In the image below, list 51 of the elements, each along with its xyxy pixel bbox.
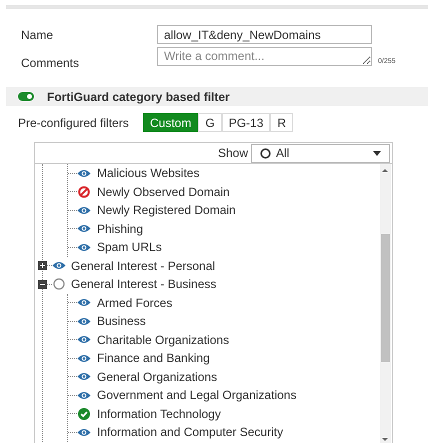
category-item[interactable]: General Organizations xyxy=(97,368,218,386)
section-title: FortiGuard category based filter xyxy=(47,88,230,106)
category-item[interactable]: Charitable Organizations xyxy=(97,330,230,349)
blocked-icon[interactable] xyxy=(78,186,90,198)
check-icon[interactable] xyxy=(78,408,90,420)
category-item[interactable]: Information Technology xyxy=(97,404,221,423)
comments-label: Comments xyxy=(20,55,80,72)
preset-tab[interactable]: PG-13 xyxy=(222,113,270,132)
eye-icon[interactable] xyxy=(77,354,91,363)
collapse-icon[interactable] xyxy=(38,280,47,289)
category-item[interactable]: Information and Computer Security xyxy=(97,423,284,442)
eye-icon[interactable] xyxy=(77,316,91,326)
eye-icon[interactable] xyxy=(52,261,66,270)
eye-icon[interactable] xyxy=(77,242,91,252)
preset-tab[interactable]: Custom xyxy=(143,113,198,132)
eye-icon[interactable] xyxy=(77,298,91,308)
preset-tab[interactable]: G xyxy=(198,113,222,132)
category-item[interactable]: Government and Legal Organizations xyxy=(97,386,296,404)
category-item[interactable]: Malicious Websites xyxy=(97,164,200,182)
preset-tab[interactable]: R xyxy=(270,113,294,132)
show-dropdown[interactable]: All xyxy=(251,144,390,162)
category-item[interactable]: Spam URLs xyxy=(97,238,162,256)
circle-icon[interactable] xyxy=(53,278,65,290)
category-item[interactable]: Finance and Banking xyxy=(97,349,210,368)
toggle-switch[interactable] xyxy=(18,92,34,101)
eye-icon[interactable] xyxy=(77,206,91,215)
scrollbar-thumb[interactable] xyxy=(381,234,390,362)
name-field[interactable]: allow_IT&deny_NewDomains xyxy=(157,25,372,44)
scrollbar[interactable] xyxy=(380,164,391,443)
scroll-down-icon[interactable] xyxy=(382,438,388,441)
category-group[interactable]: General Interest - Business xyxy=(71,275,216,294)
circle-icon xyxy=(260,148,271,158)
comments-field[interactable]: Write a comment... xyxy=(157,47,372,66)
scroll-up-icon[interactable] xyxy=(382,169,388,172)
eye-icon[interactable] xyxy=(77,390,91,400)
name-label: Name xyxy=(20,26,54,44)
eye-icon[interactable] xyxy=(77,372,91,382)
show-label: Show xyxy=(218,145,248,162)
preset-label: Pre-configured filters xyxy=(18,114,130,132)
category-item[interactable]: Business xyxy=(97,312,146,330)
eye-icon[interactable] xyxy=(77,224,91,234)
category-group[interactable]: General Interest - Personal xyxy=(71,256,216,275)
eye-icon[interactable] xyxy=(77,335,91,344)
caret-icon xyxy=(373,150,381,156)
category-item[interactable]: Armed Forces xyxy=(97,294,172,312)
eye-icon[interactable] xyxy=(77,428,91,437)
expand-icon[interactable] xyxy=(38,261,47,270)
category-item[interactable]: Newly Observed Domain xyxy=(97,182,230,201)
category-item[interactable]: Phishing xyxy=(97,220,144,238)
category-item[interactable]: Newly Registered Domain xyxy=(97,201,236,220)
eye-icon[interactable] xyxy=(77,168,91,178)
